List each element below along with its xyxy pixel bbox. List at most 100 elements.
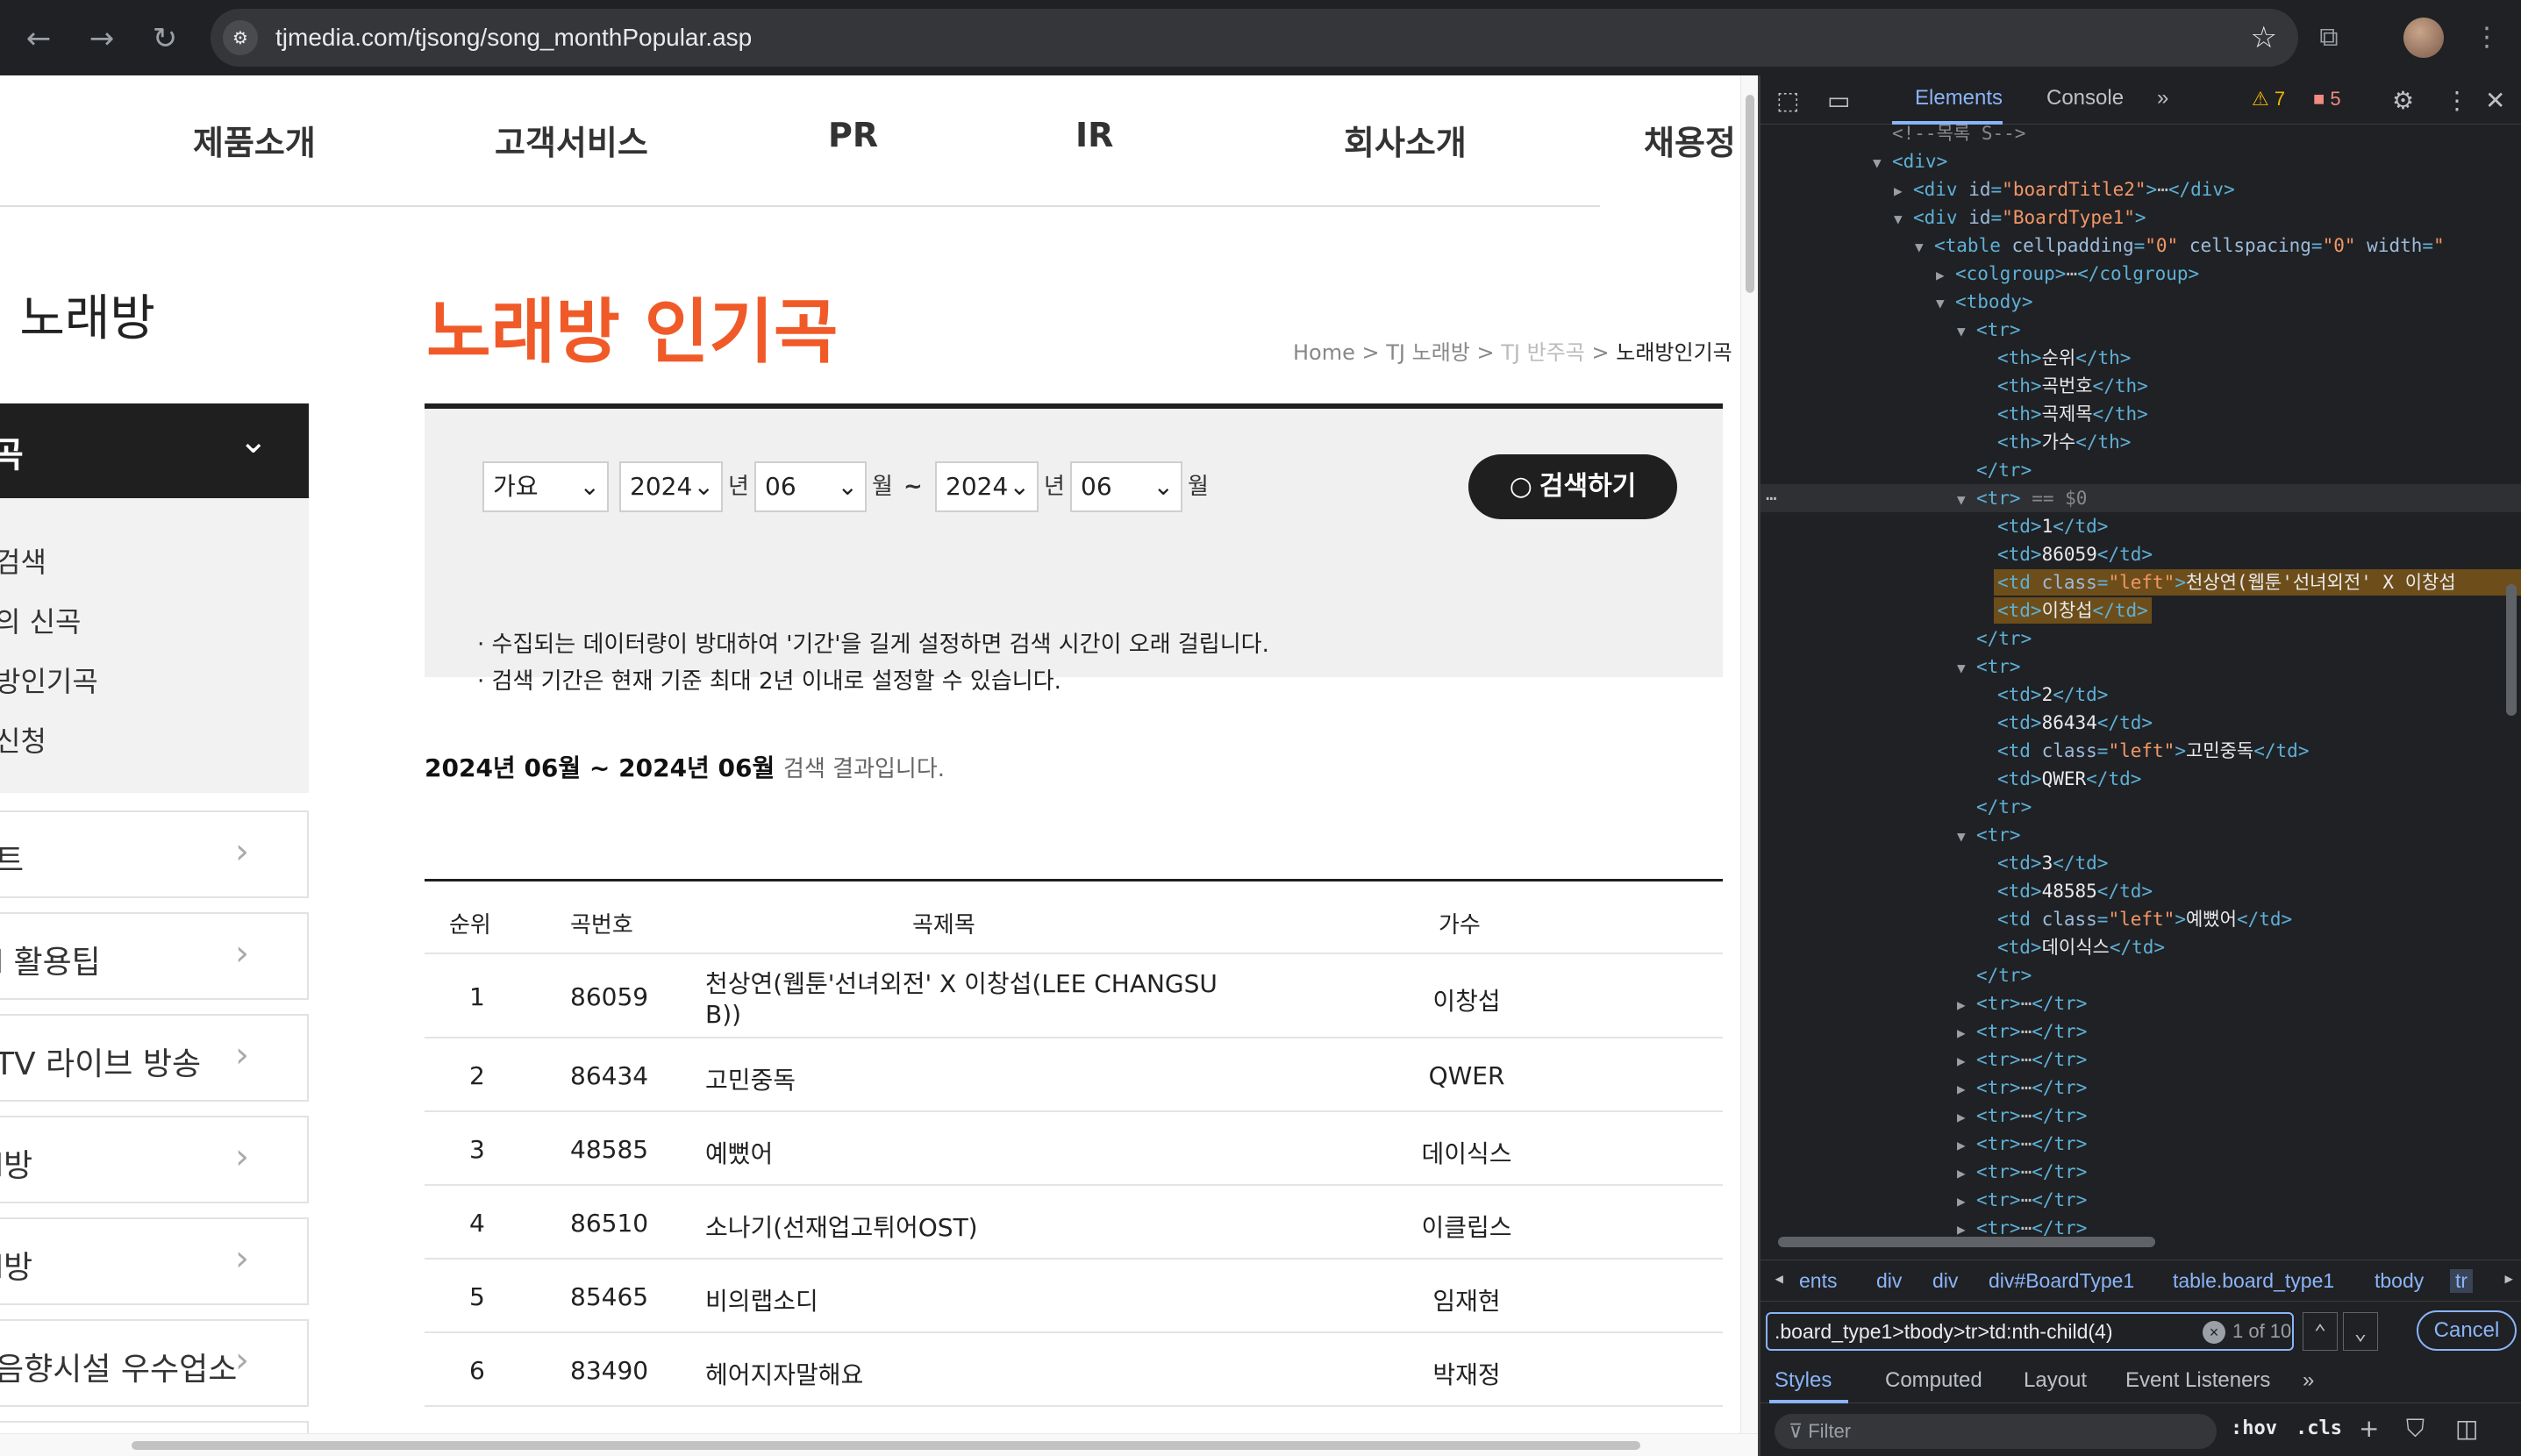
styles-filter-input[interactable]: ⊽ Filter — [1775, 1414, 2217, 1449]
tree-horizontal-scroll-thumb[interactable] — [1778, 1237, 2155, 1247]
dom-node-line[interactable]: <td class="left">천상연(웹툰'선녀외전' X 이창섭 — [1997, 568, 2456, 596]
crumb-item[interactable]: div — [1876, 1269, 1902, 1293]
dom-node-line[interactable]: ▶ <colgroup>⋯</colgroup> — [1936, 260, 2199, 288]
close-icon[interactable]: ✕ — [2485, 86, 2505, 115]
dom-node-line[interactable]: <th>곡제목</th> — [1997, 400, 2148, 428]
sidebar-active-menu[interactable]: 곡 ⌄ — [0, 403, 309, 498]
settings-icon[interactable]: ⚙ — [2392, 86, 2414, 115]
sidebar-box-5[interactable]: l방 › — [0, 1217, 309, 1305]
crumb-item[interactable]: tbody — [2375, 1269, 2424, 1293]
inspect-element-icon[interactable]: ⬚ — [1776, 86, 1799, 115]
dom-node-line[interactable]: ▼ <tr> — [1957, 316, 2021, 344]
bookmark-star-icon[interactable]: ☆ — [2251, 9, 2277, 67]
find-input[interactable]: .board_type1>tbody>tr>td:nth-child(4) × … — [1766, 1312, 2294, 1351]
dom-node-line[interactable]: ▼ <table cellpadding="0" cellspacing="0" … — [1915, 232, 2445, 260]
find-previous-button[interactable]: ⌃ — [2303, 1312, 2338, 1351]
gnb-customer-service[interactable]: 고객서비스 — [495, 116, 648, 164]
expand-toggle-icon[interactable]: ▼ — [1957, 486, 1976, 514]
paint-bucket-icon[interactable]: ⛉ — [2406, 1414, 2425, 1444]
dom-node-line[interactable]: ▼ <tr> == $0 — [1957, 484, 2087, 512]
expand-toggle-icon[interactable]: ▼ — [1957, 654, 1976, 682]
crumb-scroll-right-icon[interactable]: ▸ — [2503, 1266, 2515, 1290]
dom-node-line[interactable]: <td>86434</td> — [1997, 709, 2153, 737]
to-year-select[interactable]: 2024 ⌄ — [935, 461, 1039, 512]
node-actions-icon[interactable]: ⋯ — [1766, 484, 1777, 512]
crumb-item[interactable]: table.board_type1 — [2173, 1269, 2334, 1293]
breadcrumb-tj-noraebang[interactable]: TJ 노래방 — [1386, 340, 1470, 365]
dom-node-line[interactable]: </tr> — [1976, 456, 2032, 484]
dom-node-line[interactable]: <td class="left">고민중독</td> — [1997, 737, 2309, 765]
sidebar-box-2[interactable]: l 활용팁 › — [0, 912, 309, 1000]
dom-node-line[interactable]: ▶ <tr>⋯</tr> — [1957, 1017, 2087, 1046]
breadcrumb-home[interactable]: Home — [1293, 340, 1355, 365]
sidebar-item-request[interactable]: 신청 — [0, 719, 46, 760]
expand-toggle-icon[interactable]: ▶ — [1894, 177, 1913, 205]
dom-node-line[interactable]: <!--목록 S--> — [1892, 125, 2025, 147]
expand-toggle-icon[interactable]: ▶ — [1957, 1131, 1976, 1160]
more-subtabs-icon[interactable]: » — [2303, 1368, 2314, 1393]
dom-node-line[interactable]: </tr> — [1976, 961, 2032, 989]
sidebar-box-6[interactable]: 음향시설 우수업소 › — [0, 1319, 309, 1407]
tab-styles[interactable]: Styles — [1775, 1368, 1832, 1393]
gnb-ir[interactable]: IR — [1075, 116, 1113, 154]
device-toolbar-icon[interactable]: ▭ — [1827, 86, 1850, 115]
crumb-item[interactable]: div#BoardType1 — [1989, 1269, 2134, 1293]
dom-node-line[interactable]: ▶ <tr>⋯</tr> — [1957, 1102, 2087, 1130]
dom-node-line[interactable]: ▶ <tr>⋯</tr> — [1957, 1214, 2087, 1238]
crumb-scroll-left-icon[interactable]: ◂ — [1773, 1266, 1785, 1290]
expand-toggle-icon[interactable]: ▶ — [1957, 1160, 1976, 1188]
expand-toggle-icon[interactable]: ▼ — [1894, 205, 1913, 233]
gnb-careers[interactable]: 채용정 — [1644, 116, 1736, 164]
crumb-item-selected[interactable]: tr — [2450, 1269, 2474, 1293]
find-cancel-button[interactable]: Cancel — [2417, 1310, 2517, 1351]
warnings-badge[interactable]: ⚠ 7 — [2252, 88, 2285, 111]
dom-node-line[interactable]: ▶ <tr>⋯</tr> — [1957, 1046, 2087, 1074]
dom-node-line[interactable]: ▶ <tr>⋯</tr> — [1957, 1158, 2087, 1186]
dom-node-line[interactable]: ▶ <div id="boardTitle2">⋯</div> — [1894, 175, 2235, 203]
tab-elements[interactable]: Elements — [1915, 86, 2003, 111]
expand-toggle-icon[interactable]: ▶ — [1957, 1019, 1976, 1047]
tab-event-listeners[interactable]: Event Listeners — [2125, 1368, 2270, 1393]
dom-node-line[interactable]: <td>1</td> — [1997, 512, 2108, 540]
dom-node-line[interactable]: ▼ <div> — [1873, 147, 1947, 175]
dom-node-line[interactable]: </tr> — [1976, 793, 2032, 821]
sidebar-box-4[interactable]: l방 › — [0, 1116, 309, 1203]
dom-node-line[interactable]: ▶ <tr>⋯</tr> — [1957, 1074, 2087, 1102]
page-vertical-scrollbar[interactable] — [1740, 75, 1758, 1456]
scroll-thumb[interactable] — [132, 1441, 1640, 1450]
dom-node-line[interactable]: <td>데이식스</td> — [1997, 933, 2165, 961]
site-info-icon[interactable]: ⚙ — [223, 20, 258, 55]
tree-vertical-scroll-thumb[interactable] — [2506, 584, 2517, 716]
dom-node-line[interactable]: ▼ <tr> — [1957, 821, 2021, 849]
crumb-item[interactable]: div — [1932, 1269, 1958, 1293]
expand-toggle-icon[interactable]: ▶ — [1957, 1216, 1976, 1238]
expand-toggle-icon[interactable]: ▶ — [1957, 1075, 1976, 1103]
toggle-sidebar-icon[interactable]: ◫ — [2455, 1414, 2478, 1443]
expand-toggle-icon[interactable]: ▶ — [1957, 1047, 1976, 1075]
hov-toggle[interactable]: :hov — [2231, 1417, 2277, 1439]
url-text[interactable]: tjmedia.com/tjsong/song_monthPopular.asp — [275, 9, 752, 67]
cls-toggle[interactable]: .cls — [2296, 1417, 2342, 1439]
expand-toggle-icon[interactable]: ▼ — [1957, 318, 1976, 346]
forward-icon[interactable]: → — [79, 16, 125, 61]
sidebar-item-search[interactable]: 검색 — [0, 540, 46, 581]
dom-node-line[interactable]: <th>가수</th> — [1997, 428, 2131, 456]
expand-toggle-icon[interactable]: ▼ — [1936, 289, 1955, 318]
errors-badge[interactable]: ■ 5 — [2313, 88, 2341, 111]
more-options-icon[interactable]: ⋮ — [2445, 86, 2469, 115]
breadcrumb-tj-songs[interactable]: TJ 반주곡 — [1501, 340, 1585, 365]
sidebar-item-popular[interactable]: 방인기곡 — [0, 660, 98, 700]
dom-node-line[interactable]: ▶ <tr>⋯</tr> — [1957, 989, 2087, 1017]
dom-node-line[interactable]: </tr> — [1976, 625, 2032, 653]
sidebar-item-new-songs[interactable]: 의 신곡 — [0, 600, 82, 640]
expand-toggle-icon[interactable]: ▼ — [1873, 149, 1892, 177]
tab-computed[interactable]: Computed — [1885, 1368, 1982, 1393]
browser-menu-icon[interactable]: ⋮ — [2474, 18, 2500, 58]
dom-node-line[interactable]: <td>3</td> — [1997, 849, 2108, 877]
page-horizontal-scrollbar[interactable] — [0, 1433, 1758, 1456]
tab-layout[interactable]: Layout — [2024, 1368, 2087, 1393]
dom-node-line[interactable]: <td>이창섭</td> — [1997, 596, 2148, 625]
sidebar-box-3[interactable]: TV 라이브 방송 › — [0, 1014, 309, 1102]
tab-console[interactable]: Console — [2046, 86, 2124, 111]
dom-node-line[interactable]: <th>순위</th> — [1997, 344, 2131, 372]
